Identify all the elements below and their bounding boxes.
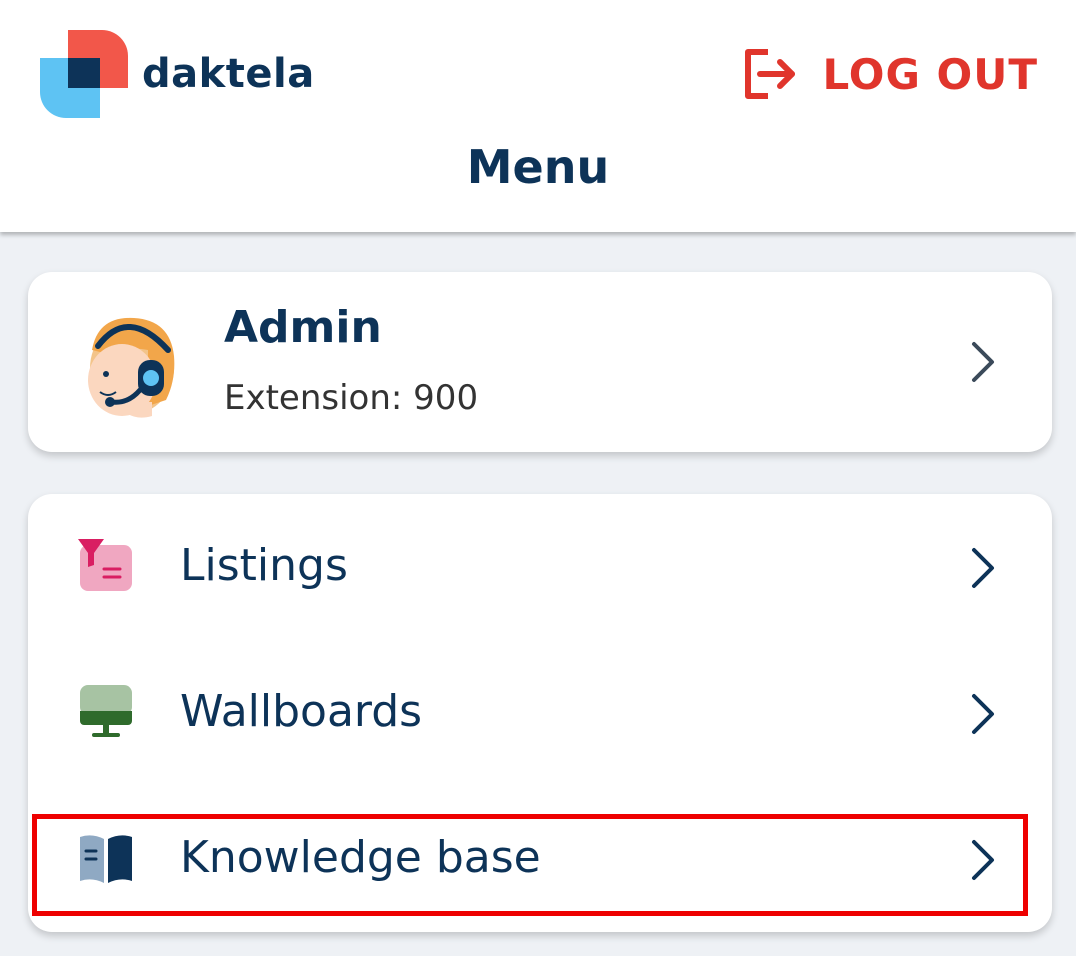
brand-name: daktela bbox=[142, 51, 315, 97]
chevron-right-icon bbox=[972, 694, 994, 734]
logout-label: LOG OUT bbox=[822, 49, 1038, 99]
agent-headset-avatar-icon bbox=[78, 310, 182, 420]
logout-icon bbox=[745, 49, 796, 99]
menu-item-label: Knowledge base bbox=[180, 832, 541, 883]
book-icon bbox=[78, 831, 134, 887]
menu-item-wallboards[interactable]: Wallboards bbox=[28, 640, 1052, 786]
page-title: Menu bbox=[466, 140, 610, 194]
daktela-logo-icon bbox=[40, 30, 128, 118]
chevron-right-icon bbox=[972, 342, 994, 382]
menu-item-label: Listings bbox=[180, 540, 348, 591]
profile-name: Admin bbox=[224, 302, 382, 353]
wallboard-monitor-icon bbox=[78, 685, 134, 741]
daktela-logo: daktela bbox=[40, 30, 315, 118]
menu-list: Listings Wallboards Knowledge base bbox=[28, 494, 1052, 932]
logout-button[interactable]: LOG OUT bbox=[742, 46, 1038, 102]
menu-item-listings[interactable]: Listings bbox=[28, 494, 1052, 640]
profile-extension: Extension: 900 bbox=[224, 378, 479, 418]
menu-item-knowledge-base[interactable]: Knowledge base bbox=[28, 786, 1052, 932]
chevron-right-icon bbox=[972, 840, 994, 880]
listings-filter-icon bbox=[78, 539, 134, 595]
app-header: daktela LOG OUT Menu bbox=[0, 0, 1076, 232]
profile-card[interactable]: Admin Extension: 900 bbox=[28, 272, 1052, 452]
chevron-right-icon bbox=[972, 548, 994, 588]
menu-item-label: Wallboards bbox=[180, 686, 423, 737]
